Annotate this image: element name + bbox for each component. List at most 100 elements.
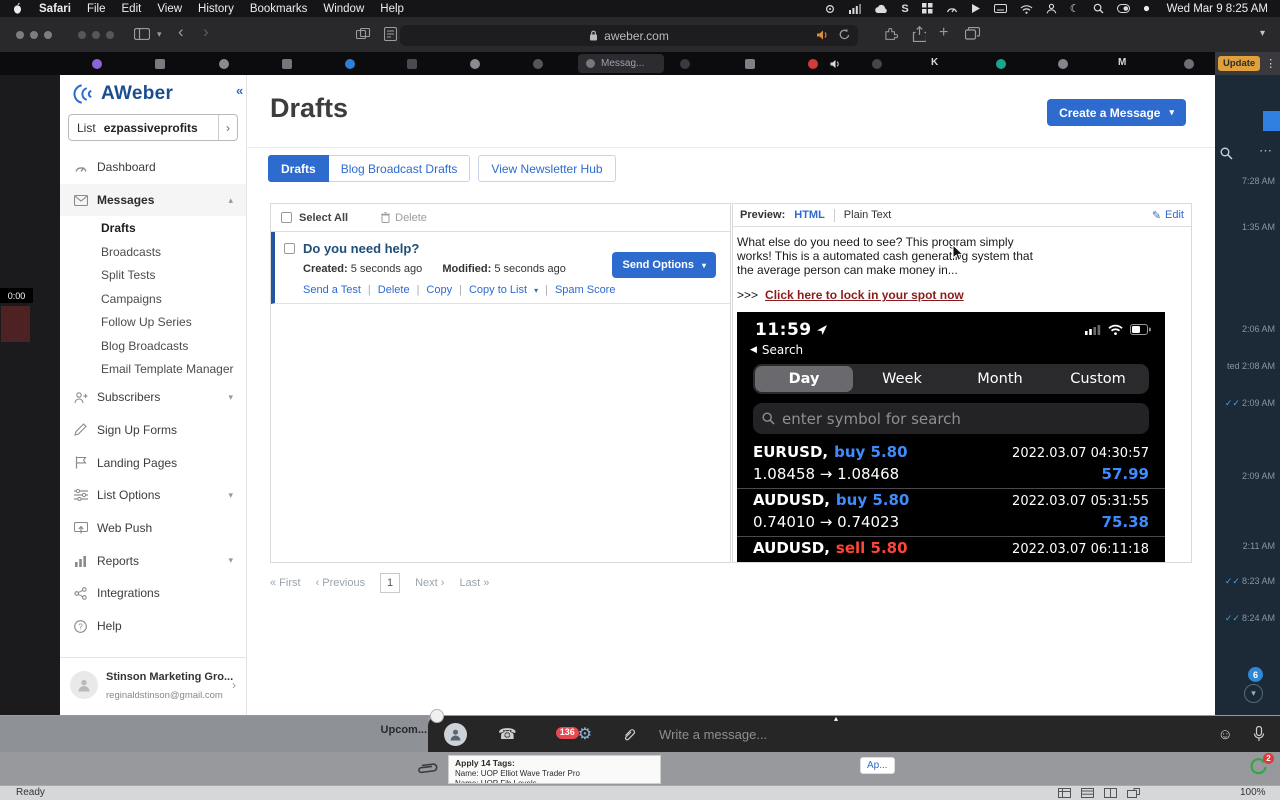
new-tab-icon[interactable]: + bbox=[939, 24, 948, 42]
tab-grid-icon[interactable] bbox=[965, 27, 980, 40]
search-icon[interactable] bbox=[1220, 147, 1233, 160]
sidebar-item-drafts[interactable]: Drafts bbox=[60, 216, 246, 240]
normal-view-icon[interactable] bbox=[1058, 788, 1071, 798]
menu-app-name[interactable]: Safari bbox=[39, 3, 71, 15]
tab-audio-icon[interactable] bbox=[816, 29, 829, 41]
emoji-icon[interactable]: ☺ bbox=[1218, 726, 1233, 743]
avatar[interactable] bbox=[444, 722, 467, 746]
tab-favicon-letter[interactable]: M bbox=[1118, 57, 1126, 68]
sidebar-item-subscribers[interactable]: Subscribers ▾ bbox=[60, 381, 246, 414]
tab-favicon[interactable] bbox=[470, 59, 480, 69]
preview-tab-html[interactable]: HTML bbox=[794, 209, 825, 221]
tab-blog-broadcast-drafts[interactable]: Blog Broadcast Drafts bbox=[328, 155, 471, 182]
chevron-down-icon[interactable]: ▾ bbox=[1260, 28, 1265, 39]
chat-blue-button[interactable] bbox=[1263, 111, 1280, 131]
delete-button[interactable]: Delete bbox=[381, 212, 427, 224]
sidebar-item-list-options[interactable]: List Options ▾ bbox=[60, 479, 246, 512]
call-icon[interactable]: ☎ bbox=[498, 725, 517, 743]
draft-checkbox[interactable] bbox=[284, 243, 295, 254]
sidebar-item-integrations[interactable]: Integrations bbox=[60, 577, 246, 610]
signal-bars-icon[interactable] bbox=[849, 2, 862, 15]
menu-view[interactable]: View bbox=[157, 3, 182, 15]
menubar-clock[interactable]: Wed Mar 9 8:25 AM bbox=[1167, 3, 1268, 15]
tab-favicon[interactable] bbox=[745, 59, 755, 69]
send-options-button[interactable]: Send Options ▾ bbox=[612, 252, 716, 278]
tab-favicon[interactable] bbox=[407, 59, 417, 69]
speaker-icon[interactable] bbox=[830, 59, 841, 69]
back-icon[interactable]: ‹ bbox=[178, 22, 184, 42]
page-layout-icon[interactable] bbox=[1081, 788, 1094, 798]
settings-wheel-icon[interactable]: ⚙ bbox=[578, 724, 592, 744]
menu-edit[interactable]: Edit bbox=[122, 3, 142, 15]
user-icon[interactable] bbox=[1046, 2, 1057, 15]
tab-drafts[interactable]: Drafts bbox=[268, 155, 329, 182]
microphone-icon[interactable] bbox=[1253, 726, 1265, 742]
close-icon[interactable] bbox=[16, 31, 24, 39]
edit-link[interactable]: ✎ Edit bbox=[1152, 209, 1184, 222]
sidebar-item-reports[interactable]: Reports ▾ bbox=[60, 544, 246, 577]
menu-file[interactable]: File bbox=[87, 3, 106, 15]
select-all-label[interactable]: Select All bbox=[299, 212, 348, 224]
aweber-logo[interactable]: AWeber bbox=[72, 83, 173, 105]
sidebar-item-dashboard[interactable]: Dashboard bbox=[60, 151, 246, 184]
tab-favicon[interactable] bbox=[155, 59, 165, 69]
active-tab[interactable]: Messag... bbox=[578, 54, 664, 73]
sidebar-collapse-icon[interactable]: « bbox=[236, 83, 243, 98]
sidebar-item-sign-up-forms[interactable]: Sign Up Forms bbox=[60, 414, 246, 447]
tab-favicon[interactable] bbox=[808, 59, 818, 69]
apps-chip[interactable]: Ap... bbox=[860, 757, 895, 774]
control-center-icon[interactable] bbox=[1116, 2, 1130, 15]
wifi-icon[interactable] bbox=[1020, 2, 1033, 15]
menu-help[interactable]: Help bbox=[380, 3, 404, 15]
pagination-next[interactable]: Next › bbox=[415, 577, 444, 589]
tab-favicon[interactable] bbox=[872, 59, 882, 69]
tab-favicon[interactable] bbox=[219, 59, 229, 69]
zoom-window-icon[interactable] bbox=[44, 31, 52, 39]
minimize-icon[interactable] bbox=[92, 31, 100, 39]
sidebar-item-broadcasts[interactable]: Broadcasts bbox=[60, 240, 246, 264]
sidebar-item-messages[interactable]: Messages ▴ bbox=[60, 183, 246, 217]
menu-history[interactable]: History bbox=[198, 3, 234, 15]
menu-bookmarks[interactable]: Bookmarks bbox=[250, 3, 308, 15]
cloud-icon[interactable] bbox=[874, 2, 888, 15]
forward-icon[interactable]: › bbox=[203, 22, 209, 42]
email-image-phone-screenshot[interactable]: 11:59 ◀ Search Day Week Month Custom ent… bbox=[737, 312, 1165, 562]
apple-icon[interactable] bbox=[12, 2, 23, 15]
kebab-menu-icon[interactable]: ⋮ bbox=[1265, 57, 1276, 70]
tab-favicon[interactable] bbox=[345, 59, 355, 69]
attach-icon[interactable] bbox=[622, 727, 636, 741]
search-icon[interactable] bbox=[1093, 2, 1104, 15]
message-input[interactable]: Write a message... bbox=[659, 727, 767, 742]
keyboard-icon[interactable] bbox=[993, 2, 1007, 15]
video-thumbnail[interactable] bbox=[1, 306, 30, 342]
preview-tab-plain-text[interactable]: Plain Text bbox=[844, 209, 892, 221]
sidebar-item-split-tests[interactable]: Split Tests bbox=[60, 263, 246, 287]
sidebar-item-landing-pages[interactable]: Landing Pages bbox=[60, 446, 246, 479]
tab-favicon[interactable] bbox=[996, 59, 1006, 69]
sidebar-toggle-icon[interactable] bbox=[134, 28, 150, 40]
play-icon[interactable] bbox=[971, 2, 981, 15]
extensions-icon[interactable] bbox=[884, 27, 898, 41]
moon-icon[interactable]: ☾ bbox=[1070, 2, 1080, 15]
create-message-button[interactable]: Create a Message ▾ bbox=[1047, 99, 1186, 126]
minimize-icon[interactable] bbox=[30, 31, 38, 39]
delete-link[interactable]: Delete bbox=[378, 284, 410, 296]
reload-icon[interactable] bbox=[838, 28, 851, 41]
tab-favicon[interactable] bbox=[92, 59, 102, 69]
chevron-down-icon[interactable]: ▾ bbox=[157, 29, 162, 40]
sidebar-item-follow-up-series[interactable]: Follow Up Series bbox=[60, 310, 246, 334]
grid-icon[interactable] bbox=[921, 2, 933, 15]
pagination-first[interactable]: « First bbox=[270, 577, 301, 589]
cta-link[interactable]: Click here to lock in your spot now bbox=[765, 288, 964, 302]
zoom-window-icon[interactable] bbox=[106, 31, 114, 39]
share-icon[interactable] bbox=[912, 26, 926, 42]
scroll-down-button[interactable]: ▾ bbox=[1244, 684, 1263, 703]
tab-favicon[interactable] bbox=[533, 59, 543, 69]
spam-score-link[interactable]: Spam Score bbox=[555, 284, 616, 296]
tab-overview-icon[interactable] bbox=[356, 28, 371, 41]
record-dot-icon[interactable] bbox=[1143, 2, 1150, 15]
sidebar-item-help[interactable]: ? Help bbox=[60, 610, 246, 643]
draft-row[interactable]: Do you need help? Created: 5 seconds ago… bbox=[271, 232, 730, 304]
select-all-checkbox[interactable] bbox=[281, 212, 292, 223]
account-switcher[interactable]: Stinson Marketing Gro... reginaldstinson… bbox=[60, 657, 246, 712]
